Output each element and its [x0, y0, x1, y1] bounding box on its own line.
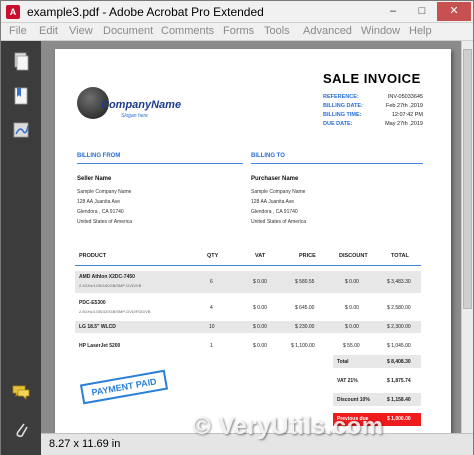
total-label: Total [337, 359, 349, 365]
meta-value: Feb 27th ,2019 [385, 103, 423, 109]
minimize-button[interactable]: – [379, 2, 407, 21]
menu-bar: File Edit View Document Comments Forms T… [1, 23, 473, 41]
menu-edit[interactable]: Edit [39, 25, 58, 37]
cell-product-detail: 2.4GHz/1GB/160GB/SMP-DVD/VB [79, 283, 142, 288]
cell-product-detail: 2.6GHz/1GB/320GB/SMP-DVD/FDD/VB [79, 309, 151, 314]
cell-vat: $ 0.00 [253, 324, 267, 330]
discount-value: $ 1,158.40 [387, 397, 411, 403]
menu-comments[interactable]: Comments [161, 25, 214, 37]
cell-qty: 10 [209, 324, 215, 330]
maximize-button[interactable]: □ [408, 2, 436, 21]
cell-product: PDC-E5300 [79, 300, 106, 306]
cell-discount: $ 0.00 [345, 324, 359, 330]
signatures-icon[interactable] [11, 119, 31, 141]
title-bar[interactable]: A example3.pdf - Adobe Acrobat Pro Exten… [1, 1, 473, 23]
cell-vat: $ 0.00 [253, 279, 267, 285]
cell-product: AMD Athlon X2DC-7450 [79, 274, 135, 280]
cell-product: LG 18.5" WLCD [79, 324, 116, 330]
bookmarks-icon[interactable] [11, 85, 31, 107]
pdf-page: CompanyName Slogan here SALE INVOICE REF… [55, 49, 451, 433]
window-title: example3.pdf - Adobe Acrobat Pro Extende… [27, 5, 264, 19]
menu-file[interactable]: File [9, 25, 27, 37]
cell-discount: $ 0.00 [345, 279, 359, 285]
seller-line: Sample Company Name [77, 189, 132, 195]
discount-label: Discount 10% [337, 397, 370, 403]
cell-total: $ 1,045.00 [387, 343, 411, 349]
billing-from-heading: BILLING FROM [77, 153, 121, 159]
cell-total: $ 2,580.00 [387, 305, 411, 311]
table-header-rule [75, 265, 421, 266]
page-size-label: 8.27 x 11.69 in [49, 438, 121, 450]
cell-qty: 1 [210, 343, 213, 349]
cell-total: $ 3,483.30 [387, 279, 411, 285]
purchaser-name: Purchaser Name [251, 176, 299, 182]
col-header-discount: DISCOUNT [339, 253, 368, 259]
cell-product: HP LaserJet 5200 [79, 343, 121, 349]
billing-to-rule [251, 163, 423, 164]
menu-tools[interactable]: Tools [264, 25, 290, 37]
navigation-pane [1, 41, 41, 455]
cell-price: $ 1,100.00 [291, 343, 315, 349]
company-name: CompanyName [101, 99, 182, 111]
menu-window[interactable]: Window [361, 25, 400, 37]
payment-paid-stamp: PAYMENT PAID [79, 369, 169, 405]
billing-to-heading: BILLING TO [251, 153, 285, 159]
comments-icon[interactable] [11, 381, 31, 403]
cell-price: $ 645.00 [295, 305, 315, 311]
menu-document[interactable]: Document [103, 25, 153, 37]
meta-label: DUE DATE: [323, 121, 353, 127]
acrobat-window: A example3.pdf - Adobe Acrobat Pro Exten… [0, 0, 474, 455]
col-header-product: PRODUCT [79, 253, 107, 259]
billing-from-rule [77, 163, 243, 164]
col-header-qty: QTY [207, 253, 219, 259]
previous-due-value: $ 1,000.00 [387, 416, 411, 422]
menu-forms[interactable]: Forms [223, 25, 254, 37]
vertical-scrollbar[interactable] [461, 41, 473, 433]
watermark-text: © VeryUtils.com [193, 413, 384, 440]
menu-help[interactable]: Help [409, 25, 432, 37]
vat-label: VAT 21% [337, 378, 358, 384]
cell-qty: 6 [210, 279, 213, 285]
purchaser-line: United States of America [251, 219, 307, 225]
total-value: $ 8,408.30 [387, 359, 411, 365]
close-button[interactable]: ✕ [437, 2, 471, 21]
acrobat-app-icon: A [6, 5, 20, 19]
cell-discount: $ 0.00 [345, 305, 359, 311]
meta-value: May 27th ,2019 [385, 121, 423, 127]
cell-discount: $ 55.00 [343, 343, 360, 349]
cell-vat: $ 0.00 [253, 305, 267, 311]
table-row [75, 321, 421, 333]
seller-line: Glendora , CA 91740 [77, 209, 124, 215]
cell-qty: 4 [210, 305, 213, 311]
purchaser-line: 128 AA Juanita Ave [251, 199, 295, 205]
document-viewer[interactable]: CompanyName Slogan here SALE INVOICE REF… [41, 41, 461, 433]
company-slogan: Slogan here [121, 113, 148, 119]
cell-vat: $ 0.00 [253, 343, 267, 349]
meta-value: INV-05033645 [387, 94, 423, 100]
invoice-title: SALE INVOICE [323, 71, 421, 86]
cell-price: $ 230.00 [295, 324, 315, 330]
cell-total: $ 2,300.00 [387, 324, 411, 330]
vat-value: $ 1,875.74 [387, 378, 411, 384]
cell-price: $ 580.55 [295, 279, 315, 285]
attachments-icon[interactable] [11, 419, 31, 441]
pages-icon[interactable] [11, 51, 31, 73]
menu-view[interactable]: View [69, 25, 93, 37]
col-header-vat: VAT [255, 253, 266, 259]
purchaser-line: Glendora , CA 91740 [251, 209, 298, 215]
menu-advanced[interactable]: Advanced [303, 25, 352, 37]
scrollbar-thumb[interactable] [463, 49, 472, 309]
purchaser-line: Sample Company Name [251, 189, 306, 195]
col-header-total: TOTAL [391, 253, 409, 259]
meta-value: 12:07:42 PM [391, 112, 423, 118]
seller-name: Seller Name [77, 176, 112, 182]
seller-line: United States of America [77, 219, 133, 225]
col-header-price: PRICE [299, 253, 316, 259]
seller-line: 128 AA Juanita Ave [77, 199, 121, 205]
